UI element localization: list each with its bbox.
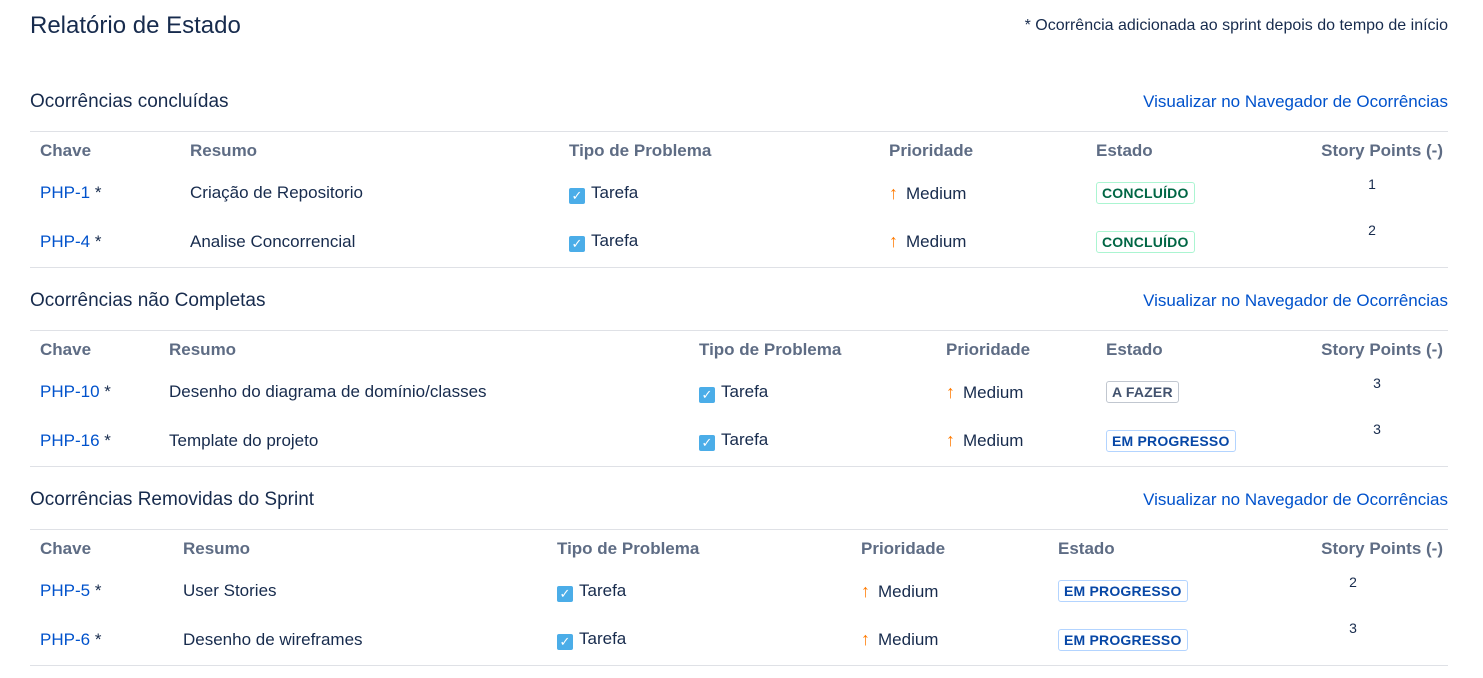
task-checkbox-icon: ✓ — [569, 187, 585, 204]
late-added-marker: * — [94, 581, 102, 600]
issue-key-link[interactable]: PHP-6 — [40, 630, 90, 649]
priority-label: Medium — [963, 382, 1024, 402]
priority-label: Medium — [963, 431, 1024, 450]
priority-arrow-up-icon: ↑ — [861, 629, 870, 649]
task-checkbox-icon: ✓ — [699, 435, 715, 451]
story-points-value: 3 — [1373, 375, 1381, 391]
table-row: PHP-6 * Desenho de wireframes ✓ Tarefa ↑ M… — [30, 614, 1448, 666]
section-title: Ocorrências Removidas do Sprint — [30, 489, 315, 510]
table-header-row: Chave Resumo Tipo de Problema Prioridade… — [30, 331, 1448, 370]
priority-label: Medium — [878, 630, 939, 649]
section-removed-from-sprint: Ocorrências Removidas do Sprint Visualiz… — [30, 489, 1448, 666]
issue-key-link[interactable]: PHP-4 — [40, 232, 90, 251]
section-title: Ocorrências concluídas — [30, 91, 229, 112]
priority-label: Medium — [906, 183, 967, 203]
late-added-marker: * — [94, 231, 102, 251]
late-added-marker: * — [104, 382, 111, 401]
story-points-value: 3 — [1373, 421, 1381, 437]
issue-type-label: Tarefa — [721, 430, 769, 449]
task-checkbox-icon: ✓ — [699, 386, 715, 403]
status-badge: CONCLUÍDO — [1096, 182, 1195, 204]
issues-table: Chave Resumo Tipo de Problema Prioridade… — [30, 529, 1448, 666]
issue-type-label: Tarefa — [591, 182, 639, 202]
col-header-status[interactable]: Estado — [1096, 331, 1296, 370]
section-not-completed: Ocorrências não Completas Visualizar no … — [30, 290, 1448, 467]
issue-type-label: Tarefa — [579, 629, 627, 648]
task-checkbox-icon: ✓ — [557, 634, 573, 650]
story-points-value: 2 — [1368, 222, 1376, 238]
issue-type-label: Tarefa — [721, 381, 769, 401]
col-header-status[interactable]: Estado — [1086, 132, 1286, 171]
priority-label: Medium — [906, 232, 967, 251]
table-row: PHP-4 * Analise Concorrencial ✓ Tarefa ↑ M… — [30, 216, 1448, 268]
table-header-row: Chave Resumo Tipo de Problema Prioridade… — [30, 132, 1448, 171]
priority-arrow-up-icon: ↑ — [861, 580, 870, 601]
col-header-type[interactable]: Tipo de Problema — [689, 331, 936, 370]
late-added-marker: * — [94, 629, 102, 649]
col-header-summary[interactable]: Resumo — [159, 331, 689, 370]
col-header-key[interactable]: Chave — [30, 331, 159, 370]
issue-key-link[interactable]: PHP-1 — [40, 183, 90, 202]
col-header-key[interactable]: Chave — [30, 132, 180, 171]
issue-key-link[interactable]: PHP-5 — [40, 581, 90, 600]
issue-summary: User Stories — [183, 581, 277, 600]
late-added-marker: * — [104, 430, 111, 450]
issue-type-label: Tarefa — [591, 231, 639, 250]
view-in-issue-navigator-link[interactable]: Visualizar no Navegador de Ocorrências — [1143, 92, 1448, 112]
task-checkbox-icon: ✓ — [569, 236, 585, 252]
col-header-type[interactable]: Tipo de Problema — [547, 530, 851, 569]
col-header-key[interactable]: Chave — [30, 530, 173, 569]
section-title: Ocorrências não Completas — [30, 290, 266, 311]
priority-arrow-up-icon: ↑ — [889, 231, 898, 251]
priority-arrow-up-icon: ↑ — [946, 430, 955, 450]
status-badge: EM PROGRESSO — [1058, 628, 1188, 651]
table-row: PHP-10 * Desenho do diagrama de domínio/… — [30, 369, 1448, 415]
status-badge: CONCLUÍDO — [1096, 230, 1195, 253]
col-header-summary[interactable]: Resumo — [180, 132, 559, 171]
col-header-story-points[interactable]: Story Points (-) — [1296, 331, 1448, 370]
issue-key-link[interactable]: PHP-10 — [40, 382, 100, 401]
status-badge: A FAZER — [1106, 381, 1179, 403]
table-row: PHP-5 * User Stories ✓ Tarefa ↑ Medium EM … — [30, 568, 1448, 614]
story-points-value: 1 — [1368, 176, 1376, 192]
priority-arrow-up-icon: ↑ — [889, 182, 898, 203]
page-title: Relatório de Estado — [30, 12, 241, 39]
story-points-value: 2 — [1349, 574, 1357, 590]
issues-table: Chave Resumo Tipo de Problema Prioridade… — [30, 330, 1448, 467]
col-header-story-points[interactable]: Story Points (-) — [1286, 132, 1448, 171]
view-in-issue-navigator-link[interactable]: Visualizar no Navegador de Ocorrências — [1143, 291, 1448, 311]
col-header-type[interactable]: Tipo de Problema — [559, 132, 879, 171]
issue-key-link[interactable]: PHP-16 — [40, 431, 100, 450]
late-added-marker: * — [94, 183, 102, 202]
issue-summary: Criação de Repositorio — [190, 183, 363, 202]
issue-summary: Template do projeto — [169, 430, 319, 450]
col-header-priority[interactable]: Prioridade — [936, 331, 1096, 370]
late-added-footnote: * Ocorrência adicionada ao sprint depois… — [1024, 17, 1448, 34]
status-badge: EM PROGRESSO — [1106, 429, 1236, 452]
story-points-value: 3 — [1349, 620, 1357, 636]
col-header-summary[interactable]: Resumo — [173, 530, 547, 569]
col-header-story-points[interactable]: Story Points (-) — [1248, 530, 1448, 569]
priority-arrow-up-icon: ↑ — [946, 381, 955, 402]
table-row: PHP-16 * Template do projeto ✓ Tarefa ↑ Me… — [30, 415, 1448, 467]
issue-summary: Desenho de wireframes — [183, 629, 363, 649]
col-header-status[interactable]: Estado — [1048, 530, 1248, 569]
table-header-row: Chave Resumo Tipo de Problema Prioridade… — [30, 530, 1448, 569]
issue-summary: Analise Concorrencial — [190, 231, 356, 251]
section-completed: Ocorrências concluídas Visualizar no Nav… — [30, 91, 1448, 268]
issue-summary: Desenho do diagrama de domínio/classes — [169, 382, 487, 401]
task-checkbox-icon: ✓ — [557, 585, 573, 602]
view-in-issue-navigator-link[interactable]: Visualizar no Navegador de Ocorrências — [1143, 490, 1448, 510]
col-header-priority[interactable]: Prioridade — [851, 530, 1048, 569]
issue-type-label: Tarefa — [579, 580, 627, 600]
table-row: PHP-1 * Criação de Repositorio ✓ Tarefa ↑… — [30, 170, 1448, 216]
priority-label: Medium — [878, 581, 939, 601]
issues-table: Chave Resumo Tipo de Problema Prioridade… — [30, 131, 1448, 268]
status-badge: EM PROGRESSO — [1058, 580, 1188, 602]
col-header-priority[interactable]: Prioridade — [879, 132, 1086, 171]
